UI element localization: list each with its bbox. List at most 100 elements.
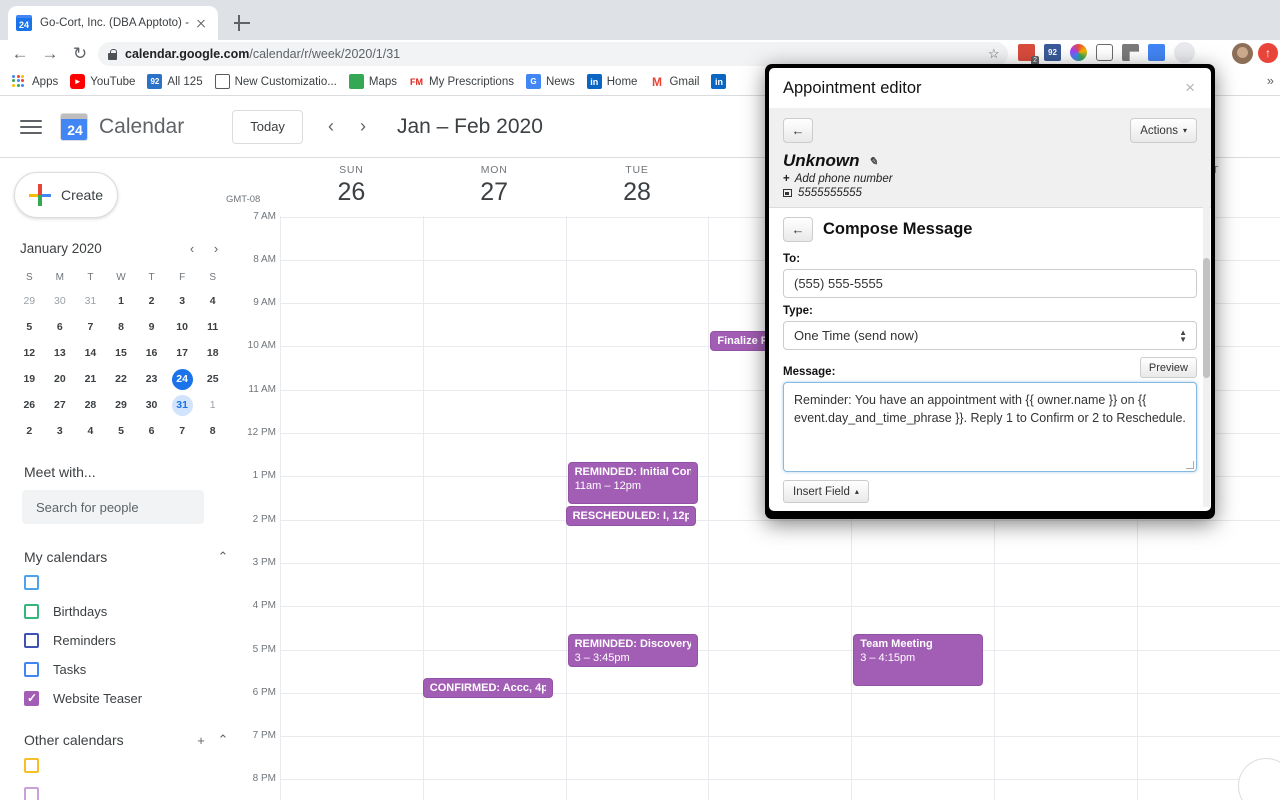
mini-calendar-day[interactable]: 22 bbox=[106, 366, 137, 392]
mini-calendar-day[interactable]: 31 bbox=[167, 392, 198, 418]
mini-calendar-day[interactable]: 30 bbox=[45, 288, 76, 314]
mini-calendar-day[interactable]: 25 bbox=[197, 366, 228, 392]
calendar-event[interactable]: Team Meeting 3 – 4:15pm bbox=[853, 634, 984, 686]
other-calendar-item[interactable] bbox=[0, 751, 256, 780]
search-people-input[interactable]: Search for people bbox=[22, 490, 204, 524]
bookmark-all125[interactable]: 92 All 125 bbox=[143, 71, 210, 93]
mini-calendar-day[interactable]: 12 bbox=[14, 340, 45, 366]
day-header[interactable]: SUN 26 bbox=[280, 158, 423, 207]
dialog-scrollbar-thumb[interactable] bbox=[1203, 258, 1210, 378]
extension-arrow-icon[interactable] bbox=[1122, 44, 1139, 61]
reload-button[interactable]: ↻ bbox=[70, 44, 90, 64]
mini-calendar-day[interactable]: 15 bbox=[106, 340, 137, 366]
mini-calendar-day[interactable]: 6 bbox=[45, 314, 76, 340]
bookmark-star-icon[interactable]: ☆ bbox=[988, 46, 1000, 62]
today-button[interactable]: Today bbox=[232, 109, 303, 144]
calendar-checkbox[interactable] bbox=[24, 604, 39, 619]
extension-calendar-icon[interactable] bbox=[1174, 42, 1195, 63]
mini-calendar-day[interactable]: 3 bbox=[45, 418, 76, 444]
browser-update-button[interactable] bbox=[1258, 43, 1278, 63]
profile-avatar[interactable] bbox=[1232, 43, 1253, 64]
mini-calendar-day[interactable]: 8 bbox=[106, 314, 137, 340]
my-calendars-header[interactable]: My calendars ⌃ bbox=[24, 546, 234, 568]
forward-button[interactable]: → bbox=[40, 44, 60, 64]
mini-calendar-day[interactable]: 8 bbox=[197, 418, 228, 444]
message-textarea[interactable]: Reminder: You have an appointment with {… bbox=[783, 382, 1197, 472]
calendar-event[interactable]: REMINDED: Discovery Ca 3 – 3:45pm bbox=[567, 634, 698, 667]
create-button[interactable]: Create bbox=[14, 172, 118, 218]
mini-calendar-day[interactable]: 29 bbox=[106, 392, 137, 418]
extension-eyedropper-icon[interactable] bbox=[1148, 44, 1165, 61]
mini-calendar-day[interactable]: 2 bbox=[14, 418, 45, 444]
edit-pencil-icon[interactable]: ✎ bbox=[869, 155, 878, 168]
close-icon[interactable]: × bbox=[1183, 78, 1197, 98]
calendar-checkbox[interactable] bbox=[24, 633, 39, 648]
other-calendar-item[interactable] bbox=[0, 780, 256, 800]
calendar-event[interactable]: REMINDED: Initial Consul 11am – 12pm bbox=[567, 462, 698, 504]
mini-calendar-day[interactable]: 19 bbox=[14, 366, 45, 392]
extension-counter-icon[interactable]: 92 bbox=[1044, 44, 1061, 61]
mini-calendar-day[interactable]: 3 bbox=[167, 288, 198, 314]
mini-calendar-day[interactable]: 1 bbox=[197, 392, 228, 418]
calendar-event[interactable]: CONFIRMED: Accc, 4pm bbox=[422, 678, 553, 698]
mini-prev-button[interactable]: ‹ bbox=[180, 236, 204, 260]
back-button[interactable]: ← bbox=[783, 118, 813, 143]
type-select[interactable]: One Time (send now) ▲ ▼ bbox=[783, 321, 1197, 350]
bookmarks-overflow-icon[interactable]: » bbox=[1267, 73, 1274, 88]
mini-calendar-day[interactable]: 20 bbox=[45, 366, 76, 392]
mini-calendar-day[interactable]: 7 bbox=[167, 418, 198, 444]
insert-field-button[interactable]: Insert Field ▴ bbox=[783, 480, 869, 503]
bookmark-linkedin-2[interactable]: in bbox=[707, 71, 739, 93]
extension-camera-icon[interactable] bbox=[1096, 44, 1113, 61]
mini-calendar-day[interactable]: 13 bbox=[45, 340, 76, 366]
my-calendar-item[interactable]: Website Teaser bbox=[0, 684, 256, 713]
resize-handle[interactable] bbox=[1186, 461, 1194, 469]
bookmark-my-prescriptions[interactable]: FM My Prescriptions bbox=[405, 71, 522, 93]
extension-color-wheel-icon[interactable] bbox=[1070, 44, 1087, 61]
mini-calendar-day[interactable]: 24 bbox=[167, 366, 198, 392]
my-calendar-item[interactable]: Reminders bbox=[0, 626, 256, 655]
mini-calendar-day[interactable]: 28 bbox=[75, 392, 106, 418]
bookmark-maps[interactable]: Maps bbox=[345, 71, 405, 93]
day-header[interactable]: TUE 28 bbox=[566, 158, 709, 207]
mini-calendar-day[interactable]: 17 bbox=[167, 340, 198, 366]
mini-calendar-day[interactable]: 1 bbox=[106, 288, 137, 314]
mini-calendar-day[interactable]: 23 bbox=[136, 366, 167, 392]
calendar-checkbox[interactable] bbox=[24, 787, 39, 800]
mini-calendar-day[interactable]: 5 bbox=[106, 418, 137, 444]
my-calendar-item[interactable] bbox=[0, 568, 256, 597]
mini-calendar-day[interactable]: 18 bbox=[197, 340, 228, 366]
calendar-checkbox[interactable] bbox=[24, 691, 39, 706]
extension-red-icon[interactable]: 2 bbox=[1018, 44, 1039, 65]
mini-calendar-day[interactable]: 16 bbox=[136, 340, 167, 366]
mini-calendar-day[interactable]: 26 bbox=[14, 392, 45, 418]
mini-calendar-day[interactable]: 9 bbox=[136, 314, 167, 340]
to-input[interactable]: (555) 555-5555 bbox=[783, 269, 1197, 298]
calendar-checkbox[interactable] bbox=[24, 758, 39, 773]
mini-calendar-day[interactable]: 6 bbox=[136, 418, 167, 444]
add-phone-number-link[interactable]: + Add phone number bbox=[783, 173, 1197, 185]
mini-calendar-day[interactable]: 4 bbox=[197, 288, 228, 314]
mini-calendar-day[interactable]: 30 bbox=[136, 392, 167, 418]
calendar-checkbox[interactable] bbox=[24, 575, 39, 590]
other-calendars-header[interactable]: Other calendars + ⌃ bbox=[24, 729, 234, 751]
bookmark-gmail[interactable]: M Gmail bbox=[645, 71, 707, 93]
mini-calendar-day[interactable]: 31 bbox=[75, 288, 106, 314]
tab-close-icon[interactable] bbox=[192, 14, 210, 32]
mini-calendar-day[interactable]: 27 bbox=[45, 392, 76, 418]
new-tab-button[interactable] bbox=[231, 12, 253, 34]
bookmark-apps[interactable]: Apps bbox=[8, 71, 66, 93]
browser-tab[interactable]: 24 Go-Cort, Inc. (DBA Apptoto) - bbox=[8, 6, 218, 40]
back-button[interactable]: ← bbox=[10, 44, 30, 64]
mini-next-button[interactable]: › bbox=[204, 236, 228, 260]
mini-calendar-day[interactable]: 4 bbox=[75, 418, 106, 444]
my-calendar-item[interactable]: Tasks bbox=[0, 655, 256, 684]
mini-calendar-day[interactable]: 7 bbox=[75, 314, 106, 340]
actions-button[interactable]: Actions ▾ bbox=[1130, 118, 1197, 143]
mini-calendar-day[interactable]: 14 bbox=[75, 340, 106, 366]
my-calendar-item[interactable]: Birthdays bbox=[0, 597, 256, 626]
day-header[interactable]: MON 27 bbox=[423, 158, 566, 207]
menu-icon[interactable] bbox=[20, 119, 42, 135]
next-week-button[interactable]: › bbox=[347, 111, 379, 143]
mini-calendar-day[interactable]: 10 bbox=[167, 314, 198, 340]
